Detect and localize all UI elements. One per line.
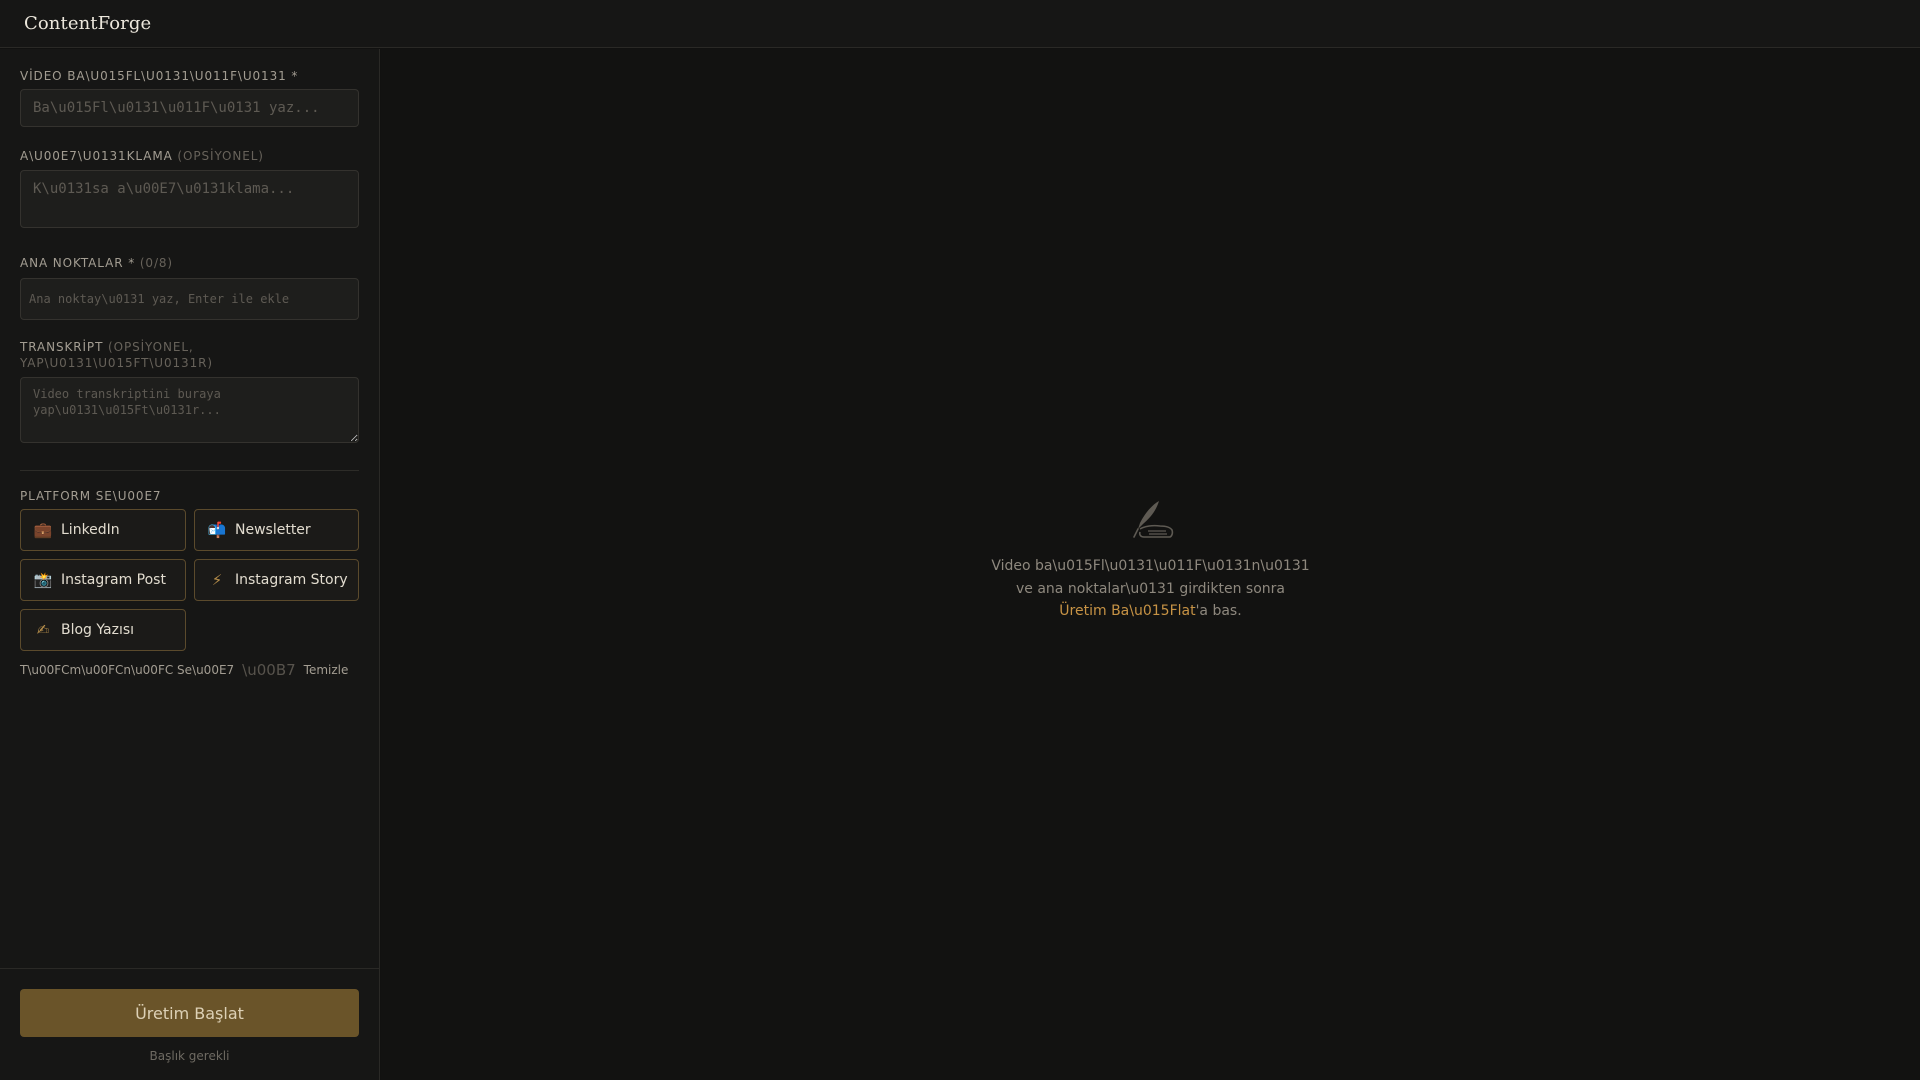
platform-instagram-story-button[interactable]: ⚡ Instagram Story [194, 559, 359, 601]
platform-label-text: Blog Yazısı [61, 622, 135, 638]
camera-icon: 📸 [33, 571, 53, 589]
mailbox-icon: 📬 [207, 521, 227, 539]
empty-state: Video ba\u015Fl\u0131\u011F\u0131n\u0131… [381, 499, 1920, 623]
divider [20, 470, 359, 471]
optional-tag: (OPSİYONEL) [177, 149, 264, 163]
description-input[interactable] [20, 170, 359, 228]
quill-hand-icon [1132, 501, 1173, 538]
key-points-input[interactable] [20, 278, 359, 320]
platform-blog-button[interactable]: ✍ Blog Yazısı [20, 609, 186, 651]
sidebar-footer: Üretim Başlat Başlık gerekli [0, 968, 379, 1080]
key-points-label: ANA NOKTALAR * (0/8) [20, 256, 174, 270]
platform-label-text: Instagram Story [235, 572, 348, 588]
platform-label-text: Newsletter [235, 522, 311, 538]
platform-label-text: Instagram Post [61, 572, 166, 588]
description-label: A\U00E7\U0131KLAMA (OPSİYONEL) [20, 149, 264, 163]
empty-line-3: Üretim Ba\u015Flat'a bas. [991, 600, 1309, 623]
title-label: VİDEO BA\U015FL\U0131\U011F\U0131 * [20, 69, 299, 83]
platform-label: PLATFORM SE\U00E7 [20, 489, 162, 503]
output-area: Video ba\u015Fl\u0131\u011F\u0131n\u0131… [381, 49, 1920, 1080]
key-points-count: (0/8) [139, 256, 174, 270]
clear-link[interactable]: Temizle [304, 663, 349, 677]
empty-accent: Üretim Ba\u015Flat [1059, 603, 1196, 619]
transcript-label: TRANSKRİPT (OPSİYONEL, YAP\U0131\U015FT\… [20, 340, 213, 370]
platform-newsletter-button[interactable]: 📬 Newsletter [194, 509, 359, 551]
empty-suffix: 'a bas. [1195, 603, 1242, 619]
separator: \u00B7 [242, 661, 296, 679]
title-input[interactable] [20, 89, 359, 127]
platform-instagram-post-button[interactable]: 📸 Instagram Post [20, 559, 186, 601]
generate-hint: Başlık gerekli [149, 1049, 230, 1063]
app-title: ContentForge [24, 13, 152, 34]
empty-state-message: Video ba\u015Fl\u0131\u011F\u0131n\u0131… [991, 555, 1309, 623]
empty-line-1: Video ba\u015Fl\u0131\u011F\u0131n\u0131 [991, 558, 1310, 574]
briefcase-icon: 💼 [33, 521, 53, 539]
platform-label-text: LinkedIn [61, 522, 120, 538]
transcript-input[interactable] [20, 377, 359, 443]
sidebar: VİDEO BA\U015FL\U0131\U011F\U0131 * A\U0… [0, 49, 380, 1080]
select-all-link[interactable]: T\u00FCm\u00FCn\u00FC Se\u00E7 [20, 663, 234, 677]
selection-controls: T\u00FCm\u00FCn\u00FC Se\u00E7 \u00B7 Te… [20, 661, 348, 679]
empty-line-2: ve ana noktalar\u0131 girdikten sonra [1015, 580, 1285, 597]
platform-linkedin-button[interactable]: 💼 LinkedIn [20, 509, 186, 551]
pencil-icon: ✍ [36, 621, 50, 639]
generate-button[interactable]: Üretim Başlat [20, 989, 359, 1037]
top-bar: ContentForge [0, 0, 1920, 48]
lightning-icon: ⚡ [211, 571, 223, 589]
